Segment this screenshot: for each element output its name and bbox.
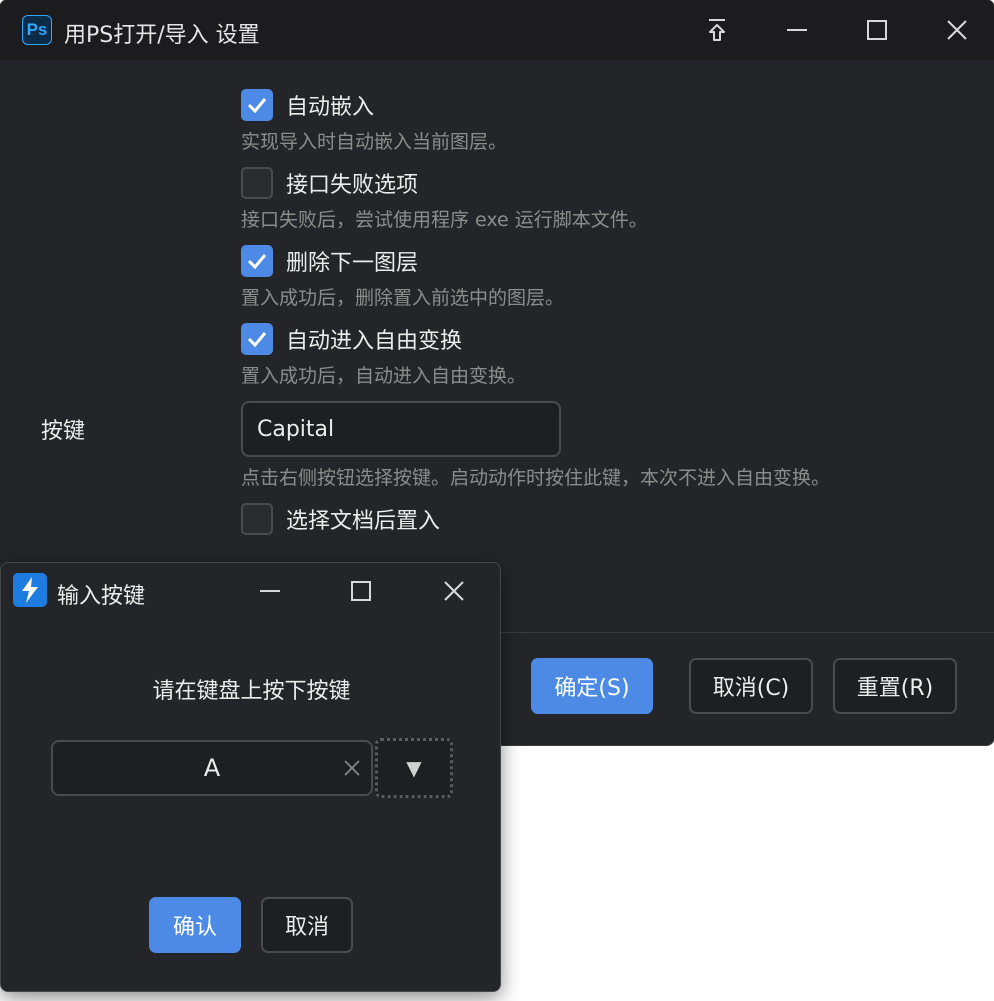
option-description: 置入成功后，自动进入自由变换。 [241, 365, 527, 387]
option-auto-free-transform[interactable]: 自动进入自由变换 [241, 323, 462, 355]
minimize-icon [787, 29, 807, 31]
dialog-key-input[interactable] [51, 740, 373, 796]
dialog-minimize-button[interactable] [250, 571, 290, 611]
interface-fail-checkbox[interactable] [241, 167, 273, 199]
settings-content: 自动嵌入 实现导入时自动嵌入当前图层。 接口失败选项 接口失败后，尝试使用程序 … [0, 60, 994, 632]
dialog-cancel-button[interactable]: 取消 [261, 897, 353, 953]
close-icon [444, 581, 464, 601]
dialog-maximize-button[interactable] [341, 571, 381, 611]
option-description: 接口失败后，尝试使用程序 exe 运行脚本文件。 [241, 209, 648, 231]
key-input[interactable] [241, 401, 561, 457]
maximize-button[interactable] [857, 10, 897, 50]
auto-free-transform-checkbox[interactable] [241, 323, 273, 355]
confirm-button[interactable]: 确认 [149, 897, 241, 953]
option-label: 删除下一图层 [286, 251, 419, 276]
option-description: 实现导入时自动嵌入当前图层。 [241, 131, 508, 153]
minimize-icon [260, 590, 280, 592]
maximize-icon [867, 20, 887, 40]
place-after-select-checkbox[interactable] [241, 503, 273, 535]
option-label: 接口失败选项 [286, 173, 419, 198]
lightning-app-icon [13, 573, 47, 607]
option-delete-next-layer[interactable]: 删除下一图层 [241, 245, 418, 277]
dialog-title: 输入按键 [57, 584, 146, 609]
key-field-label: 按键 [41, 419, 86, 444]
photoshop-app-icon: Ps [22, 15, 52, 45]
option-place-after-select[interactable]: 选择文档后置入 [241, 503, 440, 535]
pin-top-icon [709, 19, 725, 41]
auto-embed-checkbox[interactable] [241, 89, 273, 121]
close-icon [947, 20, 967, 40]
checkmark-icon [247, 254, 267, 269]
maximize-icon [351, 581, 371, 601]
input-key-dialog: 输入按键 请在键盘上按下按键 ▼ 确认 取消 [0, 562, 501, 992]
option-interface-fail[interactable]: 接口失败选项 [241, 167, 418, 199]
window-title: 用PS打开/导入 设置 [64, 23, 260, 48]
dialog-close-button[interactable] [434, 571, 474, 611]
dropdown-arrow-icon: ▼ [406, 756, 422, 780]
close-button[interactable] [937, 10, 977, 50]
key-description: 点击右侧按钮选择按键。启动动作时按住此键，本次不进入自由变换。 [241, 467, 831, 489]
option-auto-embed[interactable]: 自动嵌入 [241, 89, 374, 121]
pin-button[interactable] [697, 10, 737, 50]
clear-x-icon [344, 760, 360, 776]
checkmark-icon [247, 98, 267, 113]
clear-button[interactable] [339, 755, 365, 781]
dialog-message: 请在键盘上按下按键 [152, 679, 351, 704]
option-description: 置入成功后，删除置入前选中的图层。 [241, 287, 565, 309]
delete-next-layer-checkbox[interactable] [241, 245, 273, 277]
checkmark-icon [247, 332, 267, 347]
option-label: 选择文档后置入 [286, 509, 441, 534]
key-dropdown-button[interactable]: ▼ [375, 738, 453, 798]
option-label: 自动进入自由变换 [286, 329, 463, 354]
option-label: 自动嵌入 [286, 95, 375, 120]
ok-button[interactable]: 确定(S) [531, 658, 653, 714]
cancel-button[interactable]: 取消(C) [689, 658, 813, 714]
reset-button[interactable]: 重置(R) [833, 658, 957, 714]
minimize-button[interactable] [777, 10, 817, 50]
titlebar: Ps 用PS打开/导入 设置 [0, 0, 994, 60]
